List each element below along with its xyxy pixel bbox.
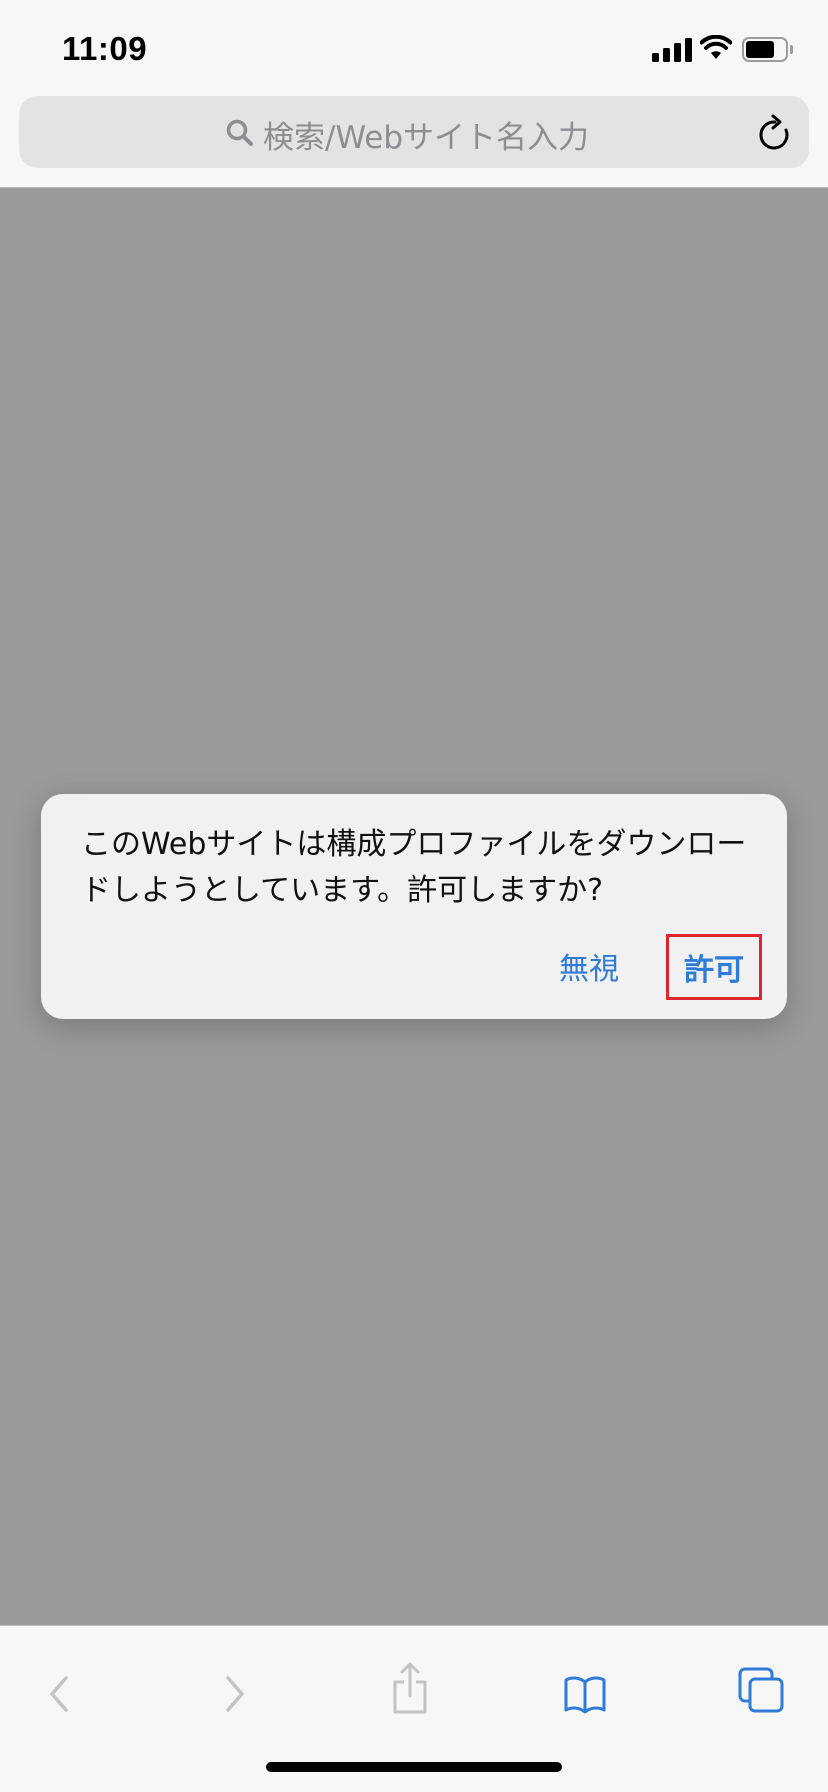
allow-button[interactable]: 許可 <box>669 937 759 997</box>
profile-download-alert: このWebサイトは構成プロファイルをダウンロードしようとしています。許可しますか… <box>41 794 787 1019</box>
reload-icon[interactable] <box>756 114 794 154</box>
address-field[interactable]: 検索/Webサイト名入力 <box>19 96 809 168</box>
tabs-icon[interactable] <box>737 1666 785 1714</box>
cellular-signal-icon <box>652 36 692 62</box>
forward-icon[interactable] <box>220 1674 250 1714</box>
back-icon[interactable] <box>44 1674 74 1714</box>
status-bar: 11:09 <box>0 0 828 90</box>
screen: 11:09 検索/Webサイト名入力 このWebサイトは構成プロファイルをダウン… <box>0 0 828 1792</box>
search-icon <box>226 119 253 146</box>
share-icon[interactable] <box>390 1660 430 1716</box>
home-indicator <box>266 1762 562 1772</box>
wifi-icon <box>700 35 732 59</box>
bookmarks-icon[interactable] <box>563 1674 607 1714</box>
status-time: 11:09 <box>62 30 148 67</box>
battery-icon <box>742 37 794 62</box>
address-bar-area: 検索/Webサイト名入力 <box>0 90 828 188</box>
alert-message: このWebサイトは構成プロファイルをダウンロードしようとしています。許可しますか… <box>81 827 747 908</box>
allow-button-highlight: 許可 <box>666 934 762 1000</box>
ignore-button[interactable]: 無視 <box>559 942 619 990</box>
address-placeholder: 検索/Webサイト名入力 <box>263 120 590 156</box>
